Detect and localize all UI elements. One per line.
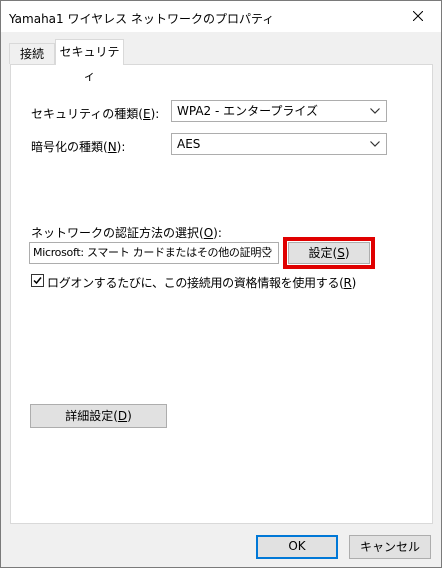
auth-method-label: ネットワークの認証方法の選択(O): xyxy=(31,226,222,240)
auth-method-select[interactable]: Microsoft: スマート カードまたはその他の証明書 xyxy=(29,242,279,264)
chevron-down-icon xyxy=(370,108,380,114)
tab-connection-label: 接続 xyxy=(19,47,44,61)
advanced-settings-button[interactable]: 詳細設定(D) xyxy=(30,404,167,428)
ok-button[interactable]: OK xyxy=(256,535,338,559)
security-type-label: セキュリティの種類(E): xyxy=(31,107,160,121)
encryption-type-label: 暗号化の種類(N): xyxy=(31,140,126,154)
remember-credentials-checkbox[interactable] xyxy=(31,274,44,287)
security-type-select[interactable]: WPA2 - エンタープライズ xyxy=(171,100,387,122)
chevron-down-icon xyxy=(370,141,380,147)
encryption-type-select[interactable]: AES xyxy=(171,133,387,155)
properties-window: Yamaha1 ワイヤレス ネットワークのプロパティ 接続 セキュリティ セキュ… xyxy=(0,0,442,568)
cancel-button[interactable]: キャンセル xyxy=(349,535,431,559)
tab-connection[interactable]: 接続 xyxy=(9,43,55,64)
close-button[interactable] xyxy=(395,1,441,32)
chevron-down-icon xyxy=(262,250,272,256)
window-title: Yamaha1 ワイヤレス ネットワークのプロパティ xyxy=(9,12,275,26)
encryption-type-value: AES xyxy=(177,137,201,151)
tab-security[interactable]: セキュリティ xyxy=(55,39,124,83)
settings-button[interactable]: 設定(S) xyxy=(288,242,370,264)
security-type-value: WPA2 - エンタープライズ xyxy=(177,104,319,118)
title-bar: Yamaha1 ワイヤレス ネットワークのプロパティ xyxy=(1,1,441,32)
auth-method-value: Microsoft: スマート カードまたはその他の証明書 xyxy=(33,246,272,259)
close-icon xyxy=(413,11,423,21)
check-icon xyxy=(33,277,42,285)
remember-credentials-label: ログオンするたびに、この接続用の資格情報を使用する(R) xyxy=(47,276,356,290)
